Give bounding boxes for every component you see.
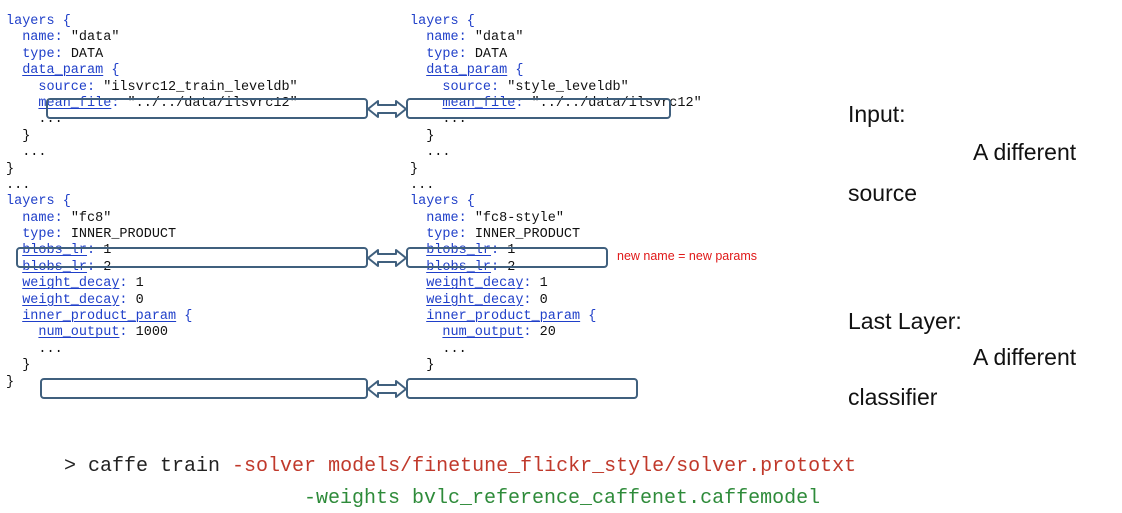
right-code-line: weight_decay: 1	[426, 276, 548, 292]
left-code-line: type: DATA	[22, 46, 104, 62]
right-code-line: }	[410, 128, 435, 144]
right-numoutput-highlight	[406, 378, 638, 399]
right-code-line: ...	[410, 341, 467, 357]
last-layer-description-line1: A different	[973, 344, 1077, 370]
left-code-line: weight_decay: 1	[22, 276, 144, 292]
right-code-line: ...	[410, 145, 451, 161]
right-code-line: weight_decay: 0	[426, 292, 548, 308]
new-name-note: new name = new params	[617, 249, 758, 263]
command-line-1: > caffe train -solver models/finetune_fl…	[64, 455, 856, 478]
right-code-line: source: "style_leveldb"	[442, 79, 629, 95]
left-code-line: }	[6, 358, 31, 374]
source-compare-arrow-icon	[367, 100, 407, 118]
left-code-line: ...	[6, 177, 31, 193]
input-label: Input:	[848, 101, 906, 127]
left-code-line: ...	[6, 145, 47, 161]
left-code-line: layers {	[6, 194, 71, 210]
left-code-line: }	[6, 128, 31, 144]
right-name-highlight	[406, 247, 608, 268]
weights-argument: -weights bvlc_reference_caffenet.caffemo…	[304, 487, 821, 510]
command-line-2: -weights bvlc_reference_caffenet.caffemo…	[304, 487, 820, 510]
right-code-line: layers {	[410, 14, 475, 29]
left-code-line: name: "fc8"	[22, 210, 112, 226]
right-code-line: type: INNER_PRODUCT	[426, 227, 581, 243]
left-numoutput-highlight	[40, 378, 368, 399]
right-code-line: ...	[410, 177, 435, 193]
right-code-line: type: DATA	[426, 46, 508, 62]
right-code-line: name: "data"	[426, 30, 524, 46]
right-code-line: }	[410, 358, 435, 374]
right-code-line: layers {	[410, 194, 475, 210]
left-code-line: type: INNER_PRODUCT	[22, 227, 177, 243]
right-code-line: name: "fc8-style"	[426, 210, 564, 226]
right-code-line: inner_product_param {	[426, 309, 597, 325]
left-code-line: inner_product_param {	[22, 309, 193, 325]
left-code-line: layers {	[6, 14, 71, 29]
last-layer-label: Last Layer:	[848, 308, 962, 334]
left-code-line: weight_decay: 0	[22, 292, 144, 308]
right-source-highlight	[406, 98, 671, 119]
last-layer-description-line2: classifier	[848, 384, 938, 410]
command-prompt: > caffe train	[64, 455, 221, 478]
left-prototxt: layers { name: "data" type: DATA data_pa…	[6, 14, 298, 391]
left-code-line: data_param {	[22, 63, 120, 79]
right-code-line: data_param {	[426, 63, 524, 79]
input-description-line2: source	[848, 180, 918, 206]
solver-argument: -solver models/finetune_flickr_style/sol…	[232, 455, 857, 478]
numoutput-compare-arrow-icon	[367, 380, 407, 398]
right-prototxt: layers { name: "data" type: DATA data_pa…	[410, 14, 702, 375]
left-source-highlight	[46, 98, 368, 119]
name-compare-arrow-icon	[367, 249, 407, 267]
input-description-line1: A different	[973, 139, 1077, 165]
left-code-line: source: "ilsvrc12_train_leveldb"	[38, 79, 298, 95]
left-name-highlight	[16, 247, 368, 268]
left-code-line: num_output: 1000	[38, 325, 169, 341]
left-code-line: }	[6, 161, 15, 177]
left-code-line: name: "data"	[22, 30, 120, 46]
right-code-line: }	[410, 161, 419, 177]
right-code-line: num_output: 20	[442, 325, 556, 341]
left-code-line: ...	[6, 341, 63, 357]
